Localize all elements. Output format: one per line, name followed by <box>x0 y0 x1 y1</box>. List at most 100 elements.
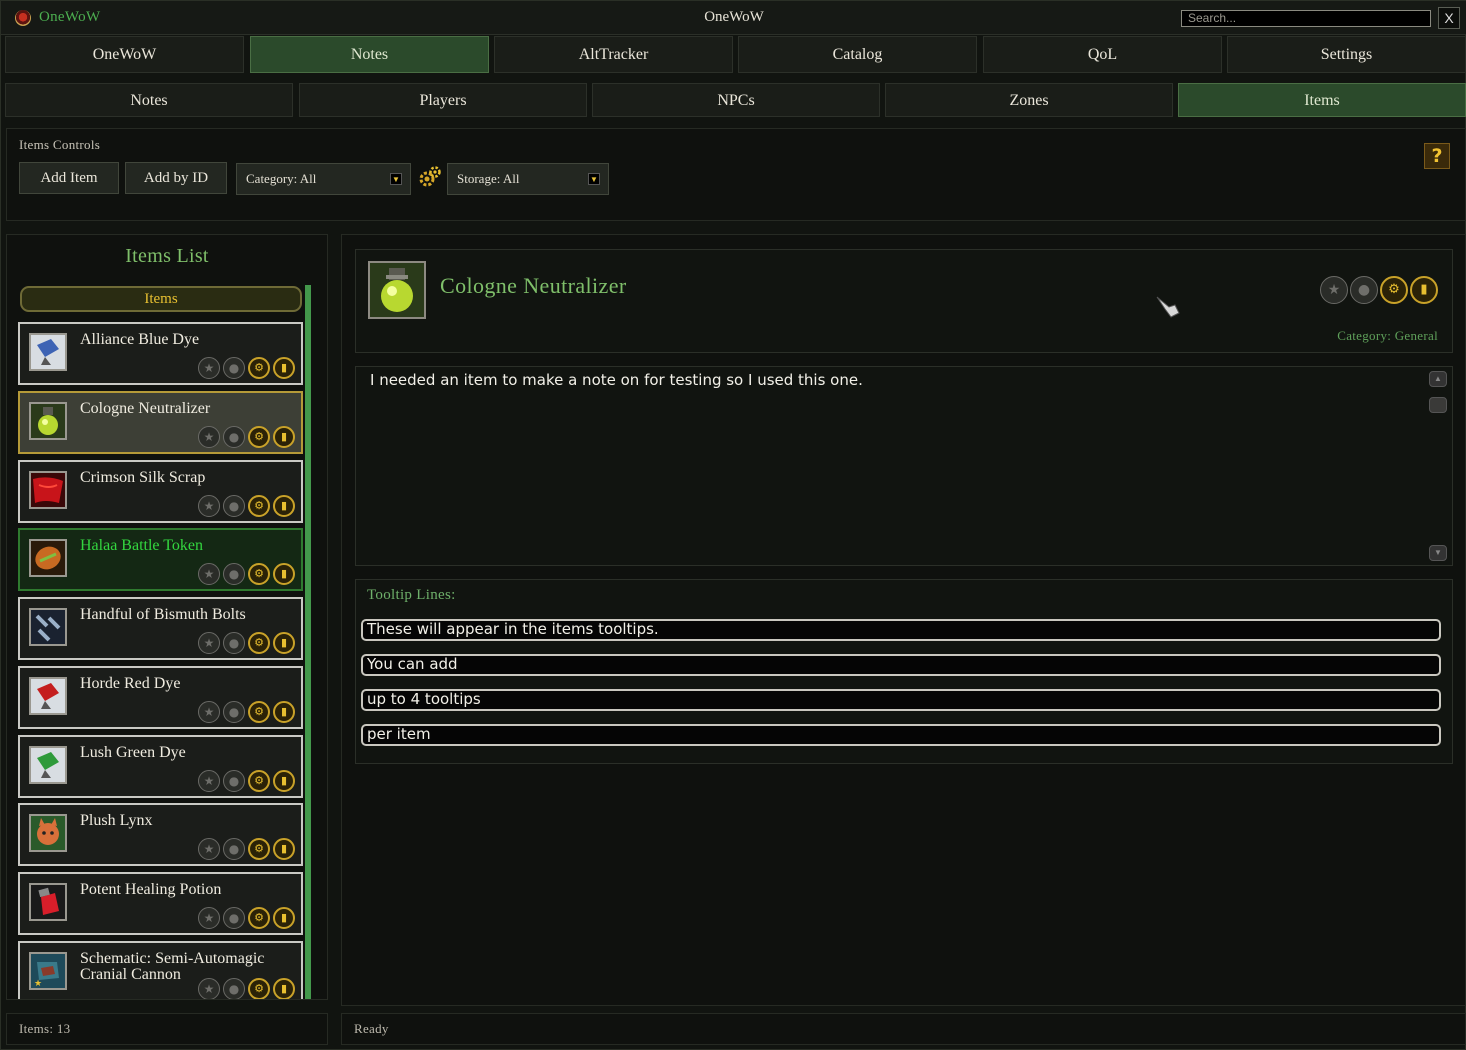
gear-icon[interactable]: ⚙ <box>248 838 270 860</box>
favorite-star-icon[interactable]: ★ <box>198 495 220 517</box>
favorite-star-icon[interactable]: ★ <box>198 357 220 379</box>
trash-icon[interactable]: ▮ <box>273 563 295 585</box>
list-item-halaa-battle-token[interactable]: Halaa Battle Token ★ ● ⚙ ▮ <box>18 528 303 591</box>
dye-bottle-icon <box>29 677 67 715</box>
gear-icon[interactable]: ⚙ <box>248 701 270 723</box>
list-item-schematic-semi-automagic-cranial-cannon[interactable]: ★ Schematic: Semi-Automagic Cranial Cann… <box>18 941 303 999</box>
category-dropdown[interactable]: Category: All ▼ <box>236 163 411 195</box>
main-tabs: OneWoW Notes AltTracker Catalog QoL Sett… <box>5 35 1466 75</box>
mount-icon[interactable]: ● <box>223 770 245 792</box>
favorite-star-icon[interactable]: ★ <box>1320 276 1348 304</box>
items-group-header[interactable]: Items <box>20 286 302 312</box>
mount-icon[interactable]: ● <box>223 978 245 999</box>
lynx-pet-icon <box>29 814 67 852</box>
search-input[interactable]: Search... <box>1181 10 1431 27</box>
trash-icon[interactable]: ▮ <box>273 838 295 860</box>
trash-icon[interactable]: ▮ <box>273 357 295 379</box>
tab-alttracker[interactable]: AltTracker <box>494 36 733 73</box>
note-editor[interactable]: I needed an item to make a note on for t… <box>355 366 1453 566</box>
gear-icon[interactable]: ⚙ <box>248 357 270 379</box>
gear-icon[interactable]: ⚙ <box>248 978 270 999</box>
tab-qol[interactable]: QoL <box>983 36 1222 73</box>
favorite-star-icon[interactable]: ★ <box>198 426 220 448</box>
close-button[interactable]: X <box>1438 7 1460 29</box>
item-name: Lush Green Dye <box>80 744 186 761</box>
gear-icon[interactable]: ⚙ <box>248 563 270 585</box>
mount-icon[interactable]: ● <box>223 838 245 860</box>
subtab-zones[interactable]: Zones <box>885 83 1173 117</box>
healing-potion-icon <box>29 883 67 921</box>
tab-catalog[interactable]: Catalog <box>738 36 977 73</box>
list-item-potent-healing-potion[interactable]: Potent Healing Potion ★ ● ⚙ ▮ <box>18 872 303 935</box>
favorite-star-icon[interactable]: ★ <box>198 838 220 860</box>
gear-icon[interactable]: ⚙ <box>248 632 270 654</box>
scroll-up-button[interactable]: ▲ <box>1429 371 1447 387</box>
trash-icon[interactable]: ▮ <box>273 701 295 723</box>
mount-icon[interactable]: ● <box>223 701 245 723</box>
gear-icon[interactable]: ⚙ <box>248 426 270 448</box>
scroll-down-button[interactable]: ▼ <box>1429 545 1447 561</box>
add-item-button[interactable]: Add Item <box>19 162 119 194</box>
list-item-handful-of-bismuth-bolts[interactable]: Handful of Bismuth Bolts ★ ● ⚙ ▮ <box>18 597 303 660</box>
item-category: Category: General <box>1337 328 1438 343</box>
favorite-star-icon[interactable]: ★ <box>198 632 220 654</box>
mount-icon[interactable]: ● <box>223 426 245 448</box>
title-bar[interactable]: OneWoW OneWoW Search... X <box>1 1 1466 35</box>
items-list-title: Items List <box>125 245 209 267</box>
list-item-crimson-silk-scrap[interactable]: Crimson Silk Scrap ★ ● ⚙ ▮ <box>18 460 303 523</box>
subtab-items[interactable]: Items <box>1178 83 1466 117</box>
note-text[interactable]: I needed an item to make a note on for t… <box>370 371 863 389</box>
scroll-thumb[interactable] <box>1429 397 1447 413</box>
dye-bottle-icon <box>29 333 67 371</box>
list-item-plush-lynx[interactable]: Plush Lynx ★ ● ⚙ ▮ <box>18 803 303 866</box>
mount-icon[interactable]: ● <box>223 563 245 585</box>
item-actions: ★ ● ⚙ ▮ <box>198 563 297 585</box>
mount-icon[interactable]: ● <box>1350 276 1378 304</box>
trash-icon[interactable]: ▮ <box>273 426 295 448</box>
potion-flask-icon <box>368 261 426 319</box>
list-item-horde-red-dye[interactable]: Horde Red Dye ★ ● ⚙ ▮ <box>18 666 303 729</box>
favorite-star-icon[interactable]: ★ <box>198 563 220 585</box>
item-actions: ★ ● ⚙ ▮ <box>198 838 297 860</box>
subtab-players[interactable]: Players <box>299 83 587 117</box>
help-question-icon[interactable]: ? <box>1424 143 1450 169</box>
list-item-lush-green-dye[interactable]: Lush Green Dye ★ ● ⚙ ▮ <box>18 735 303 798</box>
tab-settings[interactable]: Settings <box>1227 36 1466 73</box>
tab-onewow[interactable]: OneWoW <box>5 36 244 73</box>
tooltip-line-input-2[interactable]: You can add <box>361 654 1441 676</box>
trash-icon[interactable]: ▮ <box>273 495 295 517</box>
filter-settings-gear-icon[interactable] <box>417 164 443 190</box>
trash-icon[interactable]: ▮ <box>273 770 295 792</box>
trash-icon[interactable]: ▮ <box>1410 276 1438 304</box>
mount-icon[interactable]: ● <box>223 632 245 654</box>
mount-icon[interactable]: ● <box>223 907 245 929</box>
item-name: Handful of Bismuth Bolts <box>80 606 246 623</box>
items-list-scrollbar[interactable] <box>305 285 311 999</box>
gear-icon[interactable]: ⚙ <box>248 907 270 929</box>
tab-notes[interactable]: Notes <box>250 36 489 73</box>
trash-icon[interactable]: ▮ <box>273 632 295 654</box>
gear-icon[interactable]: ⚙ <box>1380 276 1408 304</box>
list-item-alliance-blue-dye[interactable]: Alliance Blue Dye ★ ● ⚙ ▮ <box>18 322 303 385</box>
tooltip-line-input-3[interactable]: up to 4 tooltips <box>361 689 1441 711</box>
favorite-star-icon[interactable]: ★ <box>198 701 220 723</box>
gear-icon[interactable]: ⚙ <box>248 495 270 517</box>
mount-icon[interactable]: ● <box>223 357 245 379</box>
subtab-npcs[interactable]: NPCs <box>592 83 880 117</box>
tooltip-line-input-4[interactable]: per item <box>361 724 1441 746</box>
subtab-notes[interactable]: Notes <box>5 83 293 117</box>
list-item-cologne-neutralizer[interactable]: Cologne Neutralizer ★ ● ⚙ ▮ <box>18 391 303 454</box>
gear-icon[interactable]: ⚙ <box>248 770 270 792</box>
potion-flask-icon <box>29 402 67 440</box>
storage-dropdown[interactable]: Storage: All ▼ <box>447 163 609 195</box>
trash-icon[interactable]: ▮ <box>273 907 295 929</box>
item-name: Cologne Neutralizer <box>80 400 211 417</box>
mount-icon[interactable]: ● <box>223 495 245 517</box>
tooltip-line-input-1[interactable]: These will appear in the items tooltips. <box>361 619 1441 641</box>
trash-icon[interactable]: ▮ <box>273 978 295 999</box>
favorite-star-icon[interactable]: ★ <box>198 770 220 792</box>
favorite-star-icon[interactable]: ★ <box>198 907 220 929</box>
add-by-id-button[interactable]: Add by ID <box>125 162 227 194</box>
favorite-star-icon[interactable]: ★ <box>198 978 220 999</box>
onewow-window: OneWoW OneWoW Search... X OneWoW Notes A… <box>0 0 1466 1050</box>
